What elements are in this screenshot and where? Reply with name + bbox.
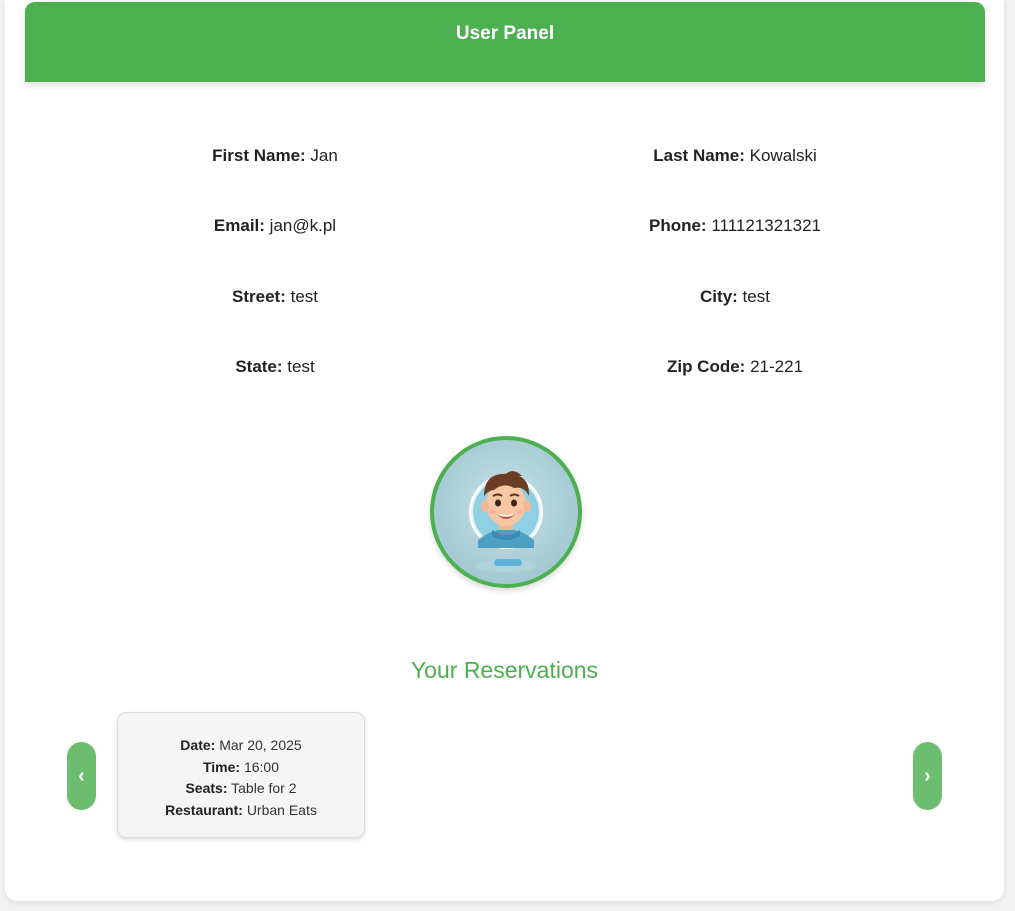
- first-name-field: First Name: Jan: [45, 146, 505, 166]
- reservation-seats-value: Table for 2: [231, 780, 297, 796]
- reservation-time-label: Time:: [202, 758, 241, 775]
- first-name-label: First Name:: [212, 146, 306, 165]
- reservation-time-value: 16:00: [243, 758, 280, 775]
- street-field: Street: test: [45, 287, 505, 307]
- carousel-next-button[interactable]: ›: [913, 742, 942, 810]
- panel-header: User Panel: [25, 2, 985, 82]
- street-label: Street:: [232, 287, 286, 306]
- reservation-time: Time: 16:00: [118, 757, 364, 779]
- reservation-date-value: Mar 20, 2025: [219, 737, 302, 753]
- last-name-label: Last Name:: [653, 146, 745, 165]
- phone-field: Phone: 111121321321: [505, 216, 965, 236]
- reservation-seats-label: Seats:: [185, 780, 228, 796]
- reservation-date: Date: Mar 20, 2025: [118, 735, 364, 757]
- reservation-restaurant-label: Restaurant:: [165, 801, 243, 818]
- state-value: test: [287, 357, 315, 376]
- last-name-field: Last Name: Kowalski: [505, 146, 965, 166]
- reservation-card[interactable]: Date: Mar 20, 2025 Time: 16:00 Seats: Ta…: [117, 712, 365, 838]
- email-label: Email:: [213, 216, 265, 235]
- reservation-seats: Seats: Table for 2: [118, 778, 364, 800]
- reservations-title: Your Reservations: [410, 657, 599, 683]
- carousel-prev-button[interactable]: ‹: [67, 742, 96, 810]
- reservation-restaurant: Restaurant: Urban Eats: [118, 800, 364, 822]
- phone-label: Phone:: [648, 216, 707, 235]
- zip-code-value: 21-221: [750, 357, 804, 376]
- email-value: jan@k.pl: [269, 216, 337, 235]
- zip-code-field: Zip Code: 21-221: [505, 357, 965, 377]
- avatar: [430, 436, 582, 588]
- last-name-value: Kowalski: [749, 146, 817, 165]
- street-value: test: [290, 287, 318, 306]
- state-field: State: test: [45, 357, 505, 377]
- zip-code-label: Zip Code:: [666, 357, 746, 376]
- first-name-value: Jan: [310, 146, 338, 165]
- city-field: City: test: [505, 287, 965, 307]
- city-value: test: [742, 287, 770, 306]
- city-label: City:: [700, 287, 738, 306]
- email-field: Email: jan@k.pl: [45, 216, 505, 236]
- avatar-illustration-icon: [469, 471, 543, 572]
- state-label: State:: [235, 357, 283, 376]
- reservation-date-label: Date:: [180, 737, 216, 753]
- reservation-restaurant-value: Urban Eats: [246, 801, 317, 818]
- page-title: User Panel: [455, 23, 555, 44]
- phone-value: 111121321321: [711, 216, 821, 235]
